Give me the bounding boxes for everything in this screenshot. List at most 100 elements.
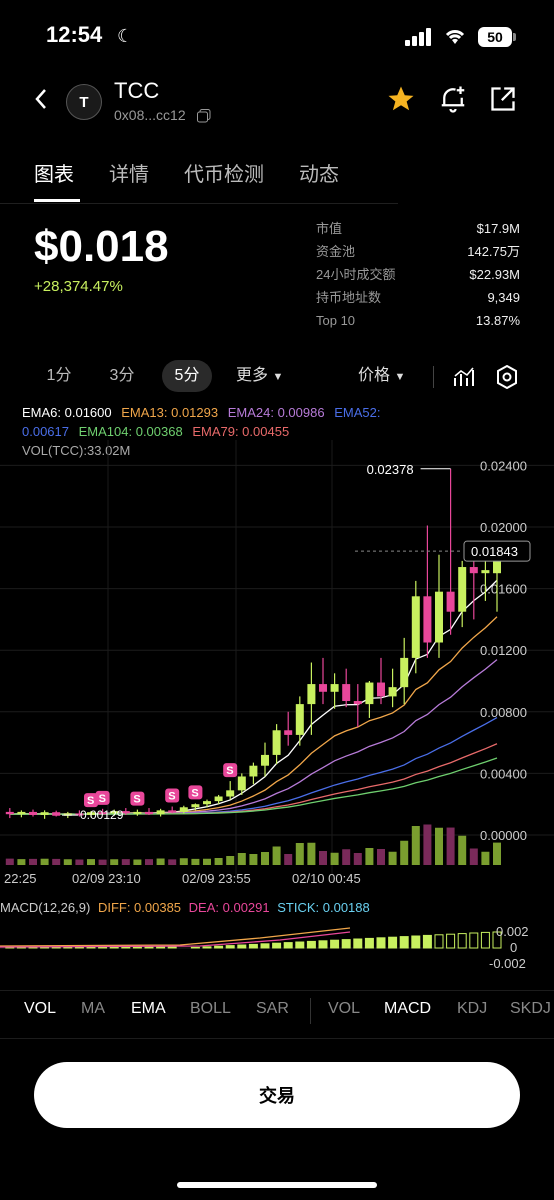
- volume-bar: [40, 858, 49, 865]
- macd-bar: [283, 942, 293, 949]
- macd-tick-label: 0: [510, 940, 517, 955]
- macd-bar: [109, 946, 119, 949]
- share-icon[interactable]: [489, 85, 517, 113]
- more-timeframes-button[interactable]: 更多 ▼: [236, 360, 283, 393]
- indicator-ema[interactable]: EMA: [131, 1000, 166, 1018]
- macd-bar: [422, 934, 432, 949]
- y-tick-label: 0.01200: [480, 643, 527, 658]
- ema-legend-row1: EMA6: 0.01600 EMA13: 0.01293 EMA24: 0.00…: [22, 405, 380, 420]
- candle-body: [29, 811, 37, 815]
- macd-bar: [121, 946, 131, 949]
- trade-button[interactable]: 交易: [34, 1062, 520, 1128]
- candle-body: [388, 687, 397, 697]
- ema104-label: EMA104: 0.00368: [78, 424, 183, 439]
- ema52-label: EMA52:: [334, 405, 381, 420]
- macd-dea: DEA: 0.00291: [188, 900, 270, 915]
- caret-down-icon: ▼: [272, 371, 284, 383]
- candlestick-chart[interactable]: 0.02400 0.02000 0.01600 0.01200 0.00800 0.004…: [0, 440, 554, 895]
- volume-bar: [388, 851, 397, 865]
- volume-bar: [330, 852, 339, 865]
- low-annotation: 0.00129: [80, 808, 124, 822]
- macd-tick-label: -0.002: [489, 956, 526, 971]
- current-price: $0.018: [34, 222, 169, 271]
- back-icon[interactable]: [34, 88, 48, 110]
- volume-bar: [377, 849, 385, 865]
- indicator-macd[interactable]: MACD: [384, 1000, 431, 1018]
- price-type-select[interactable]: 价格 ▼: [358, 360, 405, 393]
- candle-body: [17, 811, 26, 815]
- candle-body: [365, 682, 374, 705]
- candle-body: [458, 567, 467, 612]
- timeframe-1m[interactable]: 1分: [36, 360, 82, 392]
- macd-bar: [469, 932, 479, 949]
- volume-bar: [75, 859, 84, 865]
- star-icon[interactable]: [386, 84, 416, 114]
- bell-plus-icon[interactable]: [438, 84, 468, 114]
- indicator-separator: [310, 998, 311, 1024]
- volume-bar: [168, 859, 177, 865]
- candle-body: [214, 796, 223, 802]
- macd-bar: [272, 942, 282, 949]
- candle-body: [319, 684, 327, 692]
- indicator-skdj[interactable]: SKDJ: [510, 1000, 551, 1018]
- indicator-divider: [0, 990, 554, 991]
- tab-divider: [0, 203, 398, 204]
- volume-bar: [52, 858, 61, 865]
- candle-body: [272, 730, 281, 755]
- macd-bar: [202, 946, 212, 949]
- macd-label: MACD(12,26,9): [0, 900, 91, 915]
- stat-row-pool: 资金池 142.75万: [316, 243, 520, 266]
- candle-body: [52, 812, 61, 816]
- sell-marker-label: S: [99, 793, 106, 805]
- toolbar-divider: [433, 366, 434, 388]
- tab-token-check[interactable]: 代币检测: [184, 158, 264, 187]
- candle-body: [237, 776, 246, 791]
- indicator-ma[interactable]: MA: [81, 1000, 105, 1018]
- volume-bar: [319, 851, 327, 865]
- macd-bar: [341, 939, 351, 949]
- tab-underline: [34, 199, 80, 202]
- x-tick-label: 22:25: [4, 871, 37, 886]
- candle-body: [411, 596, 420, 658]
- macd-bar: [364, 937, 374, 949]
- indicator-chart-icon[interactable]: [453, 366, 475, 388]
- tab-chart[interactable]: 图表: [34, 158, 74, 187]
- macd-chart: 0.0020-0.002: [0, 924, 529, 971]
- copy-icon[interactable]: [197, 109, 211, 123]
- stat-row-top10: Top 10 13.87%: [316, 312, 520, 335]
- indicator-sar[interactable]: SAR: [256, 1000, 289, 1018]
- volume-bar: [203, 858, 211, 865]
- macd-bar: [353, 938, 363, 949]
- y-tick-label: 0.00000: [480, 828, 527, 843]
- stat-value: 142.75万: [467, 244, 520, 259]
- volume-bar: [295, 843, 304, 865]
- high-annotation: 0.02378: [367, 462, 414, 477]
- macd-bar: [411, 935, 421, 949]
- stat-value: $17.9M: [476, 221, 520, 236]
- volume-bar: [63, 859, 72, 865]
- tab-activity[interactable]: 动态: [299, 158, 339, 187]
- sell-marker-label: S: [226, 765, 233, 777]
- volume-bar: [435, 827, 443, 865]
- volume-bar: [179, 858, 188, 865]
- more-label: 更多: [236, 367, 269, 384]
- timeframe-5m[interactable]: 5分: [162, 360, 212, 392]
- indicator-kdj[interactable]: KDJ: [457, 1000, 487, 1018]
- volume-bar: [493, 842, 501, 865]
- indicator-boll[interactable]: BOLL: [190, 1000, 231, 1018]
- indicator-vol[interactable]: VOL: [24, 1000, 56, 1018]
- y-tick-label: 0.00800: [480, 705, 527, 720]
- stats-panel: 市值 $17.9M 资金池 142.75万 24小时成交额 $22.93M 持币地址数…: [316, 220, 520, 335]
- indicator-vol-sub[interactable]: VOL: [328, 1000, 360, 1018]
- volume-bar: [446, 827, 455, 865]
- macd-bar: [376, 937, 386, 949]
- current-price-label: 0.01843: [471, 544, 518, 559]
- settings-icon[interactable]: [496, 365, 518, 389]
- timeframe-3m[interactable]: 3分: [99, 360, 145, 392]
- volume-bar: [29, 858, 37, 865]
- volume-bar: [145, 859, 153, 865]
- volume-bar: [400, 840, 409, 865]
- token-name: TCC: [114, 78, 160, 103]
- macd-bar: [225, 945, 235, 949]
- tab-details[interactable]: 详情: [109, 158, 149, 187]
